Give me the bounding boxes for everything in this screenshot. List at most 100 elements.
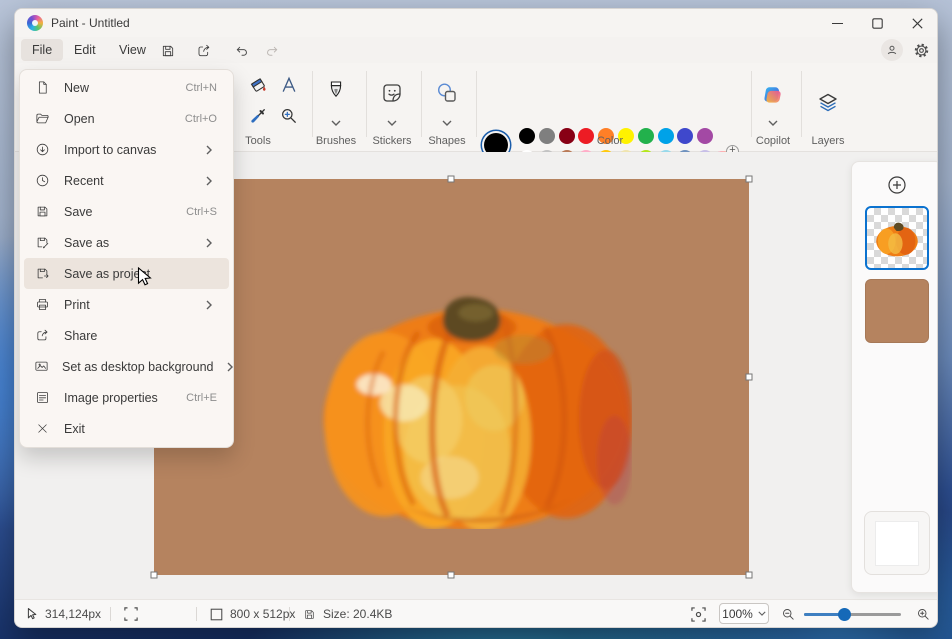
file-menu-button[interactable]: File xyxy=(21,39,63,61)
text-tool-icon[interactable] xyxy=(279,75,299,95)
file-size-icon xyxy=(303,608,316,621)
close-button[interactable] xyxy=(897,9,937,37)
copilot-group-label: Copilot xyxy=(756,135,790,147)
canvas-handle-bottom-left[interactable] xyxy=(151,572,158,579)
menu-bar: File Edit View xyxy=(15,37,937,63)
menu-item-set-as-desktop-background[interactable]: Set as desktop background xyxy=(24,351,229,382)
menu-item-save-as[interactable]: Save as xyxy=(24,227,229,258)
zoom-dropdown-chevron-icon xyxy=(758,611,766,616)
background-layer-thumbnail xyxy=(875,521,919,566)
brushes-icon[interactable] xyxy=(325,80,347,106)
save-icon[interactable] xyxy=(157,40,179,62)
window-title: Paint - Untitled xyxy=(51,16,130,30)
submenu-chevron-icon xyxy=(200,145,217,155)
maximize-button[interactable] xyxy=(857,9,897,37)
save-as-icon xyxy=(34,235,51,250)
background-layer-item[interactable] xyxy=(864,511,930,575)
zoom-slider-thumb[interactable] xyxy=(838,608,851,621)
save-icon xyxy=(34,204,51,219)
stickers-group-label: Stickers xyxy=(372,135,411,147)
add-layer-button[interactable] xyxy=(886,174,908,196)
canvas-handle-top-right[interactable] xyxy=(746,176,753,183)
title-bar: Paint - Untitled xyxy=(15,9,937,37)
copilot-chevron-icon[interactable] xyxy=(768,120,778,126)
new-document-icon xyxy=(34,80,51,95)
status-bar: 314,124px 800 x 512px Size: 20.4KB 100% xyxy=(15,599,937,627)
menu-item-save[interactable]: Save Ctrl+S xyxy=(24,196,229,227)
color-swatch[interactable] xyxy=(658,128,674,144)
zoom-slider[interactable] xyxy=(804,613,901,616)
brushes-group-label: Brushes xyxy=(316,135,356,147)
menu-item-share[interactable]: Share xyxy=(24,320,229,351)
menu-item-recent[interactable]: Recent xyxy=(24,165,229,196)
color-swatch[interactable] xyxy=(578,128,594,144)
zoom-level-dropdown[interactable]: 100% xyxy=(719,603,769,624)
menu-item-exit[interactable]: Exit xyxy=(24,413,229,444)
canvas-handle-right-mid[interactable] xyxy=(746,374,753,381)
image-properties-icon xyxy=(34,390,51,405)
file-menu-dropdown: New Ctrl+N Open Ctrl+O Import to canvas … xyxy=(19,69,234,448)
undo-icon[interactable] xyxy=(231,40,253,62)
canvas[interactable] xyxy=(154,179,749,575)
canvas-size-icon xyxy=(210,608,223,621)
layers-group-label: Layers xyxy=(811,135,844,147)
cursor-position-icon xyxy=(25,607,38,621)
share-icon xyxy=(34,328,51,343)
menu-item-open[interactable]: Open Ctrl+O xyxy=(24,103,229,134)
view-menu-button[interactable]: View xyxy=(108,39,157,61)
submenu-chevron-icon xyxy=(200,300,217,310)
edit-menu-button[interactable]: Edit xyxy=(63,39,107,61)
color-swatch[interactable] xyxy=(638,128,654,144)
shapes-group-label: Shapes xyxy=(428,135,465,147)
color-group-label: Color xyxy=(597,135,623,147)
zoom-out-button[interactable] xyxy=(781,600,796,628)
paint-window: Paint - Untitled File Edit View xyxy=(14,8,938,628)
share-icon[interactable] xyxy=(193,40,215,62)
selection-icon xyxy=(124,607,138,621)
minimize-button[interactable] xyxy=(817,9,857,37)
fill-tool-icon[interactable] xyxy=(247,74,269,96)
eyedropper-tool-icon[interactable] xyxy=(248,106,268,126)
paint-app-icon xyxy=(27,15,43,31)
mouse-cursor xyxy=(137,267,152,288)
zoom-in-button[interactable] xyxy=(916,600,931,628)
menu-item-print[interactable]: Print xyxy=(24,289,229,320)
layers-panel xyxy=(851,161,938,593)
menu-item-import-to-canvas[interactable]: Import to canvas xyxy=(24,134,229,165)
exit-icon xyxy=(34,422,51,435)
shapes-chevron-icon[interactable] xyxy=(442,120,452,126)
canvas-handle-top-mid[interactable] xyxy=(448,176,455,183)
account-icon[interactable] xyxy=(881,39,903,61)
stickers-icon[interactable] xyxy=(380,81,404,105)
layer-thumbnail-background-fill[interactable] xyxy=(865,279,929,343)
recent-clock-icon xyxy=(34,173,51,188)
pumpkin-drawing xyxy=(312,271,632,529)
stickers-chevron-icon[interactable] xyxy=(387,120,397,126)
color-swatch[interactable] xyxy=(677,128,693,144)
menu-item-save-as-project[interactable]: Save as project xyxy=(24,258,229,289)
cursor-position-status: 314,124px xyxy=(25,600,101,628)
color-swatch[interactable] xyxy=(559,128,575,144)
layers-icon[interactable] xyxy=(816,91,840,115)
redo-icon[interactable] xyxy=(261,40,283,62)
fit-to-screen-button[interactable] xyxy=(691,600,706,628)
color-swatch[interactable] xyxy=(697,128,713,144)
submenu-chevron-icon xyxy=(227,362,233,372)
import-icon xyxy=(34,142,51,157)
shapes-icon[interactable] xyxy=(435,81,459,105)
desktop-background-icon xyxy=(34,359,49,374)
settings-gear-icon[interactable] xyxy=(910,39,932,61)
magnifier-tool-icon[interactable] xyxy=(279,106,299,126)
canvas-handle-bottom-right[interactable] xyxy=(746,572,753,579)
menu-item-new[interactable]: New Ctrl+N xyxy=(24,72,229,103)
layer-thumbnail-pumpkin[interactable] xyxy=(865,206,929,270)
color-swatch[interactable] xyxy=(539,128,555,144)
canvas-handle-bottom-mid[interactable] xyxy=(448,572,455,579)
tools-group-label: Tools xyxy=(245,135,271,147)
copilot-icon[interactable] xyxy=(762,84,784,106)
color-swatch[interactable] xyxy=(519,128,535,144)
open-folder-icon xyxy=(34,111,51,126)
brushes-chevron-icon[interactable] xyxy=(331,120,341,126)
file-size-status: Size: 20.4KB xyxy=(303,600,392,628)
menu-item-image-properties[interactable]: Image properties Ctrl+E xyxy=(24,382,229,413)
